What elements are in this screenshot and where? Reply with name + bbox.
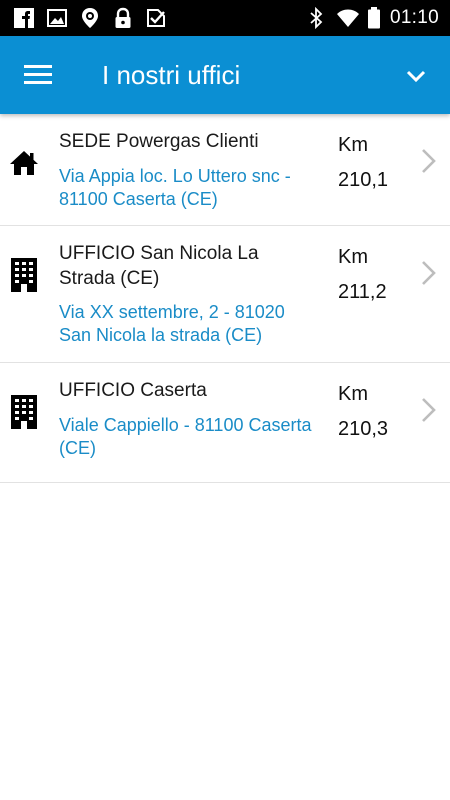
status-time: 01:10: [389, 7, 439, 28]
distance-value: 210,1: [338, 169, 389, 191]
office-building-icon: [8, 394, 40, 429]
distance-value: 211,2: [338, 281, 387, 303]
office-building-icon: [8, 257, 40, 292]
battery-icon: [367, 7, 381, 29]
office-name: UFFICIO San Nicola La Strada (CE): [59, 243, 259, 289]
chevron-down-icon: [402, 70, 430, 94]
office-address[interactable]: Viale Cappiello - 81100 Caserta (CE): [59, 414, 319, 460]
distance-unit: Km: [338, 383, 368, 405]
office-name: UFFICIO Caserta: [59, 380, 207, 401]
lock-icon: [112, 7, 134, 29]
app-bar: I nostri uffici: [0, 36, 450, 114]
office-list: SEDE Powergas Clienti Via Appia loc. Lo …: [0, 114, 450, 483]
dropdown-button[interactable]: [402, 62, 430, 90]
distance-unit: Km: [338, 246, 368, 268]
chevron-right-icon: [420, 148, 438, 174]
status-bar: 01:10: [0, 0, 450, 36]
facebook-icon: [13, 7, 35, 29]
office-name: SEDE Powergas Clienti: [59, 131, 259, 152]
page-title: I nostri uffici: [102, 60, 241, 90]
menu-button[interactable]: [21, 59, 57, 91]
list-item-office[interactable]: SEDE Powergas Clienti Via Appia loc. Lo …: [0, 114, 450, 226]
chevron-right-icon: [420, 397, 438, 423]
list-item-office[interactable]: UFFICIO San Nicola La Strada (CE) Via XX…: [0, 226, 450, 363]
office-address[interactable]: Via Appia loc. Lo Uttero snc - 81100 Cas…: [59, 165, 319, 211]
office-address[interactable]: Via XX settembre, 2 - 81020 San Nicola l…: [59, 301, 319, 347]
wifi-icon: [336, 7, 359, 29]
check-badge-icon: [145, 7, 167, 29]
list-item-office[interactable]: UFFICIO Caserta Viale Cappiello - 81100 …: [0, 363, 450, 483]
image-icon: [46, 7, 68, 29]
chevron-right-icon: [420, 260, 438, 286]
system-icons: 01:10: [305, 6, 439, 30]
location-pin-icon: [79, 7, 101, 29]
distance-value: 210,3: [338, 418, 389, 440]
bluetooth-icon: [305, 7, 327, 29]
notification-icons: [13, 6, 167, 30]
distance-unit: Km: [338, 134, 368, 156]
home-icon: [8, 147, 40, 179]
hamburger-menu-icon: [21, 65, 57, 95]
